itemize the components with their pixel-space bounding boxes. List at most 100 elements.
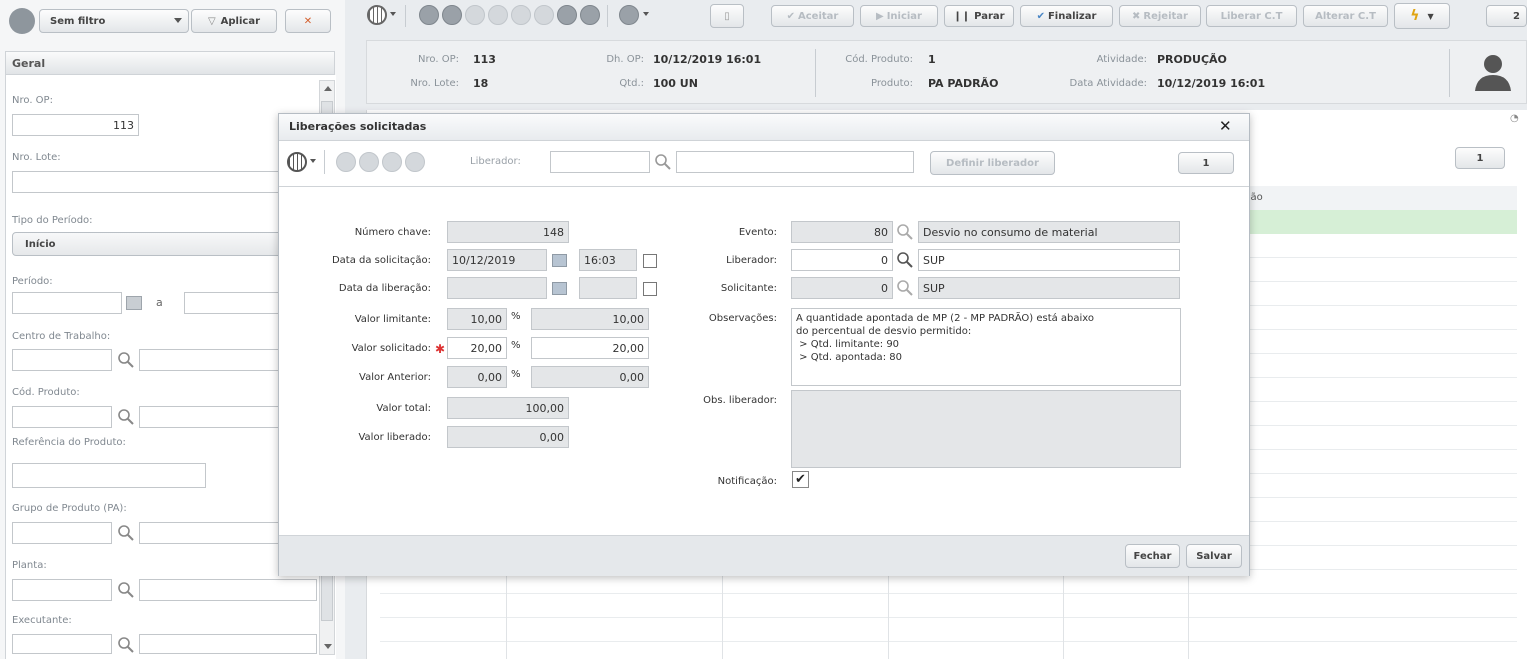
valor-solicitado-input[interactable]: 20,00 bbox=[531, 337, 649, 359]
search-icon[interactable] bbox=[117, 581, 135, 599]
executante-code-input[interactable] bbox=[12, 634, 112, 654]
dialog-footer: Fechar Salvar bbox=[279, 535, 1249, 576]
hora-solicitacao-input[interactable]: 16:03 bbox=[579, 249, 637, 271]
liberador-filter-code[interactable] bbox=[550, 151, 650, 173]
search-icon[interactable] bbox=[896, 251, 914, 269]
evento-desc-input[interactable]: Desvio no consumo de material bbox=[918, 221, 1180, 243]
numero-chave-label: Número chave: bbox=[354, 227, 431, 238]
cancel-icon[interactable] bbox=[534, 5, 554, 25]
planta-code-input[interactable] bbox=[12, 579, 112, 601]
valor-liberado-input[interactable]: 0,00 bbox=[447, 426, 569, 448]
confirm-icon[interactable] bbox=[511, 5, 531, 25]
finalizar-button[interactable]: ✔ Finalizar bbox=[1020, 5, 1113, 27]
valor-anterior-input[interactable]: 0,00 bbox=[531, 366, 649, 388]
grid-menu-icon[interactable] bbox=[367, 5, 387, 25]
iniciar-button[interactable]: ▶ Iniciar bbox=[860, 5, 938, 27]
valor-limitante-input[interactable]: 10,00 bbox=[531, 308, 649, 330]
chevron-down-icon[interactable] bbox=[310, 159, 316, 163]
nro-lote-input[interactable] bbox=[12, 171, 302, 193]
salvar-button[interactable]: Salvar bbox=[1186, 544, 1242, 568]
calendar-icon[interactable] bbox=[126, 296, 142, 310]
search-icon[interactable] bbox=[896, 223, 914, 241]
liberar-ct-label: Liberar C.T bbox=[1220, 10, 1283, 22]
evento-code-input[interactable]: 80 bbox=[791, 221, 893, 243]
close-icon[interactable]: ✕ bbox=[1219, 117, 1232, 135]
alterar-ct-button[interactable]: Alterar C.T bbox=[1303, 5, 1388, 27]
previous-record-icon[interactable] bbox=[442, 5, 462, 25]
grid-menu-icon[interactable] bbox=[287, 152, 307, 172]
document-button[interactable]: ▯ bbox=[710, 4, 744, 28]
tipo-periodo-select[interactable]: Início bbox=[12, 232, 302, 256]
calendar-icon[interactable] bbox=[552, 254, 567, 267]
periodo-start-input[interactable] bbox=[12, 292, 122, 314]
centro-code-input[interactable] bbox=[12, 349, 112, 371]
dialog-page-indicator[interactable]: 1 bbox=[1178, 152, 1234, 174]
cod-produto-input[interactable] bbox=[12, 406, 112, 428]
parar-button[interactable]: ❙❙ Parar bbox=[944, 5, 1014, 27]
valor-limitante-pct-input[interactable]: 10,00 bbox=[447, 308, 507, 330]
definir-liberador-button[interactable]: Definir liberador bbox=[930, 151, 1055, 175]
search-icon[interactable] bbox=[117, 636, 135, 654]
qtd-value: 100 UN bbox=[653, 77, 698, 90]
obs-liberador-textarea[interactable] bbox=[791, 390, 1181, 468]
valor-solicitado-pct-input[interactable]: 20,00 bbox=[447, 337, 507, 359]
aceitar-button[interactable]: ✔ Aceitar bbox=[771, 5, 854, 27]
solicitante-code-input[interactable]: 0 bbox=[791, 277, 893, 299]
executante-desc-input[interactable] bbox=[139, 634, 317, 654]
search-icon[interactable] bbox=[117, 408, 135, 426]
bg-page-badge[interactable]: 1 bbox=[1455, 147, 1505, 169]
chevron-down-icon[interactable] bbox=[174, 18, 182, 23]
last-record-icon[interactable] bbox=[580, 5, 600, 25]
notificacao-checkbox[interactable]: ✔ bbox=[792, 471, 809, 488]
reject-icon: ✖ bbox=[1132, 10, 1141, 22]
search-icon[interactable] bbox=[117, 524, 135, 542]
liberador-filter-desc[interactable] bbox=[676, 151, 914, 173]
ref-produto-input[interactable] bbox=[12, 463, 206, 488]
liberador-desc-input[interactable]: SUP bbox=[918, 249, 1180, 271]
checkmark-icon: ✔ bbox=[795, 472, 806, 487]
rejeitar-button[interactable]: ✖ Rejeitar bbox=[1119, 5, 1201, 27]
planta-desc-input[interactable] bbox=[139, 579, 317, 601]
dialog-titlebar: Liberações solicitadas ✕ bbox=[279, 114, 1249, 141]
first-record-icon[interactable] bbox=[336, 152, 356, 172]
chevron-down-icon[interactable] bbox=[390, 12, 396, 16]
data-liberacao-input[interactable] bbox=[447, 277, 547, 299]
next-record-icon[interactable] bbox=[382, 152, 402, 172]
edit-icon[interactable] bbox=[488, 5, 508, 25]
fechar-button[interactable]: Fechar bbox=[1125, 544, 1180, 568]
insert-icon[interactable] bbox=[465, 5, 485, 25]
options-icon[interactable] bbox=[619, 5, 639, 25]
lightning-icon: ϟ bbox=[1410, 8, 1420, 24]
scroll-up-icon[interactable] bbox=[324, 86, 332, 91]
observacoes-textarea[interactable]: A quantidade apontada de MP (2 - MP PADR… bbox=[791, 308, 1181, 386]
search-icon[interactable] bbox=[117, 351, 135, 369]
numero-chave-input[interactable]: 148 bbox=[447, 221, 569, 243]
scroll-down-icon[interactable] bbox=[324, 644, 332, 649]
nro-op-input[interactable]: 113 bbox=[12, 114, 139, 136]
last-record-icon[interactable] bbox=[405, 152, 425, 172]
grupo-code-input[interactable] bbox=[12, 522, 112, 544]
clock-icon[interactable] bbox=[643, 254, 657, 268]
valor-anterior-pct-input[interactable]: 0,00 bbox=[447, 366, 507, 388]
next-record-icon[interactable] bbox=[557, 5, 577, 25]
chevron-down-icon[interactable] bbox=[643, 12, 649, 16]
valor-total-input[interactable]: 100,00 bbox=[447, 397, 569, 419]
search-icon[interactable] bbox=[896, 279, 914, 297]
apply-button[interactable]: ▽ Aplicar bbox=[191, 9, 277, 33]
data-solicitacao-input[interactable]: 10/12/2019 bbox=[447, 249, 547, 271]
liberador-filter-label: Liberador: bbox=[470, 156, 521, 167]
page-indicator[interactable]: 2 bbox=[1486, 5, 1527, 27]
search-icon[interactable] bbox=[654, 153, 672, 171]
clear-filter-button[interactable]: ✕ bbox=[285, 9, 331, 33]
filter-select[interactable]: Sem filtro bbox=[39, 9, 189, 33]
liberador-code-input[interactable]: 0 bbox=[791, 249, 893, 271]
actions-button[interactable]: ϟ ▼ bbox=[1394, 3, 1450, 29]
first-record-icon[interactable] bbox=[419, 5, 439, 25]
liberar-ct-button[interactable]: Liberar C.T bbox=[1206, 5, 1297, 27]
solicitante-desc-input[interactable]: SUP bbox=[918, 277, 1180, 299]
calendar-icon[interactable] bbox=[552, 282, 567, 295]
filter-icon-button[interactable] bbox=[9, 8, 35, 34]
hora-liberacao-input[interactable] bbox=[579, 277, 637, 299]
previous-record-icon[interactable] bbox=[359, 152, 379, 172]
clock-icon[interactable] bbox=[643, 282, 657, 296]
